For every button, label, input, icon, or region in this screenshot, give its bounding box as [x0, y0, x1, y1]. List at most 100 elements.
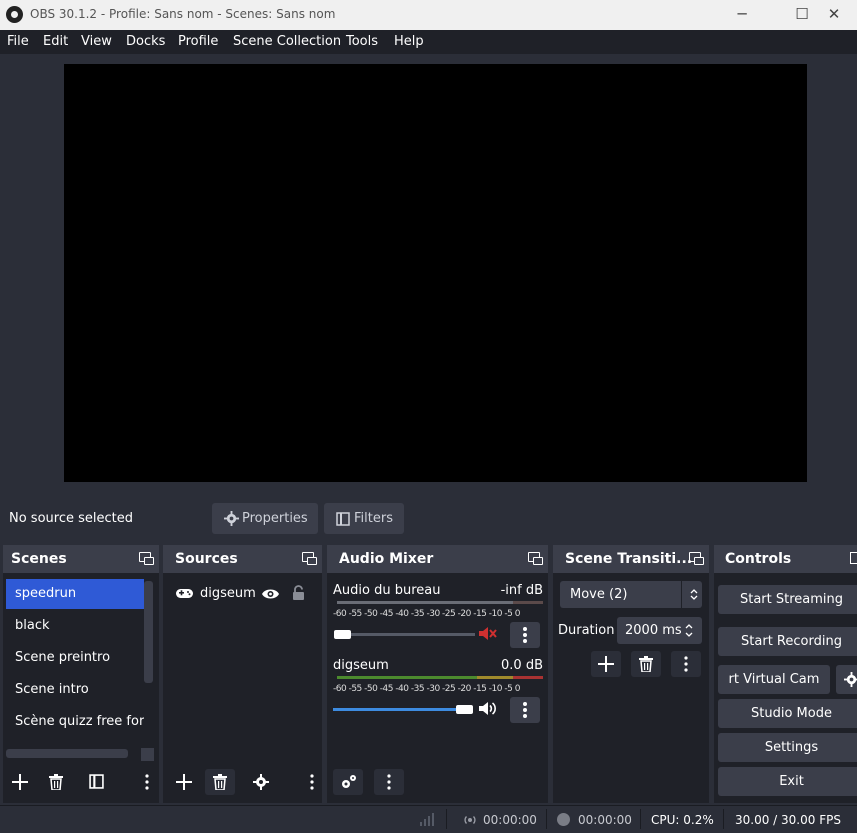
trash-icon — [639, 656, 653, 673]
duration-spinbox[interactable]: 2000 ms — [617, 617, 702, 644]
level-meter-peak — [513, 676, 543, 679]
muted-speaker-icon[interactable] — [479, 626, 497, 641]
record-icon — [557, 813, 570, 826]
remove-scene-button[interactable] — [41, 769, 71, 795]
gear-icon — [224, 511, 239, 526]
add-transition-button[interactable] — [591, 651, 621, 677]
more-vertical-icon — [684, 656, 688, 672]
cpu-usage: CPU: 0.2% — [651, 813, 714, 827]
scenes-title: Scenes — [11, 551, 67, 567]
no-source-label: No source selected — [9, 511, 133, 526]
duration-label: Duration — [558, 623, 615, 638]
float-dock-icon[interactable] — [850, 552, 857, 564]
volume-slider[interactable] — [335, 633, 475, 636]
horizontal-scrollbar[interactable] — [6, 749, 128, 758]
obs-logo-icon — [6, 6, 23, 23]
volume-slider[interactable] — [333, 708, 463, 711]
gear-icon — [844, 672, 857, 687]
close-button[interactable]: ✕ — [811, 0, 857, 30]
gears-icon — [341, 775, 356, 788]
menu-edit[interactable]: Edit — [43, 34, 68, 49]
float-dock-icon[interactable] — [528, 552, 543, 565]
remove-source-button[interactable] — [205, 769, 235, 795]
properties-label: Properties — [242, 511, 308, 526]
properties-button[interactable]: Properties — [212, 503, 318, 534]
scene-item[interactable]: Scène quizz free for al — [6, 707, 144, 737]
source-properties-button[interactable] — [246, 769, 276, 795]
audio-mixer-title: Audio Mixer — [339, 551, 434, 567]
record-time: 00:00:00 — [578, 813, 632, 827]
transition-select-value: Move (2) — [570, 587, 628, 602]
mixer-settings-button[interactable] — [333, 769, 363, 795]
gear-icon — [253, 774, 269, 790]
trash-icon — [213, 774, 227, 791]
level-meter — [337, 601, 513, 604]
duration-value: 2000 ms — [625, 623, 682, 638]
studio-mode-button[interactable]: Studio Mode — [718, 699, 857, 728]
scene-transitions-title: Scene Transiti... — [565, 551, 693, 567]
source-item[interactable]: digseum — [163, 579, 322, 609]
sources-dock: Sources digseum — [163, 545, 322, 803]
sources-more-button[interactable] — [299, 769, 325, 795]
fps-indicator: 30.00 / 30.00 FPS — [735, 813, 841, 827]
float-dock-icon[interactable] — [689, 552, 704, 565]
menu-help[interactable]: Help — [394, 34, 424, 49]
more-vertical-icon — [387, 774, 391, 790]
settings-button[interactable]: Settings — [718, 733, 857, 762]
add-scene-button[interactable] — [5, 769, 35, 795]
preview-canvas[interactable] — [64, 64, 807, 482]
menu-scene-collection[interactable]: Scene Collection — [233, 34, 341, 49]
volume-slider-handle[interactable] — [456, 705, 473, 714]
level-meter-peak — [513, 601, 543, 604]
lock-icon[interactable] — [292, 585, 305, 601]
scenes-more-button[interactable] — [134, 769, 160, 795]
channel-menu-button[interactable] — [510, 622, 540, 648]
scene-item[interactable]: Scene intro — [6, 675, 144, 705]
channel-name: Audio du bureau — [333, 583, 441, 598]
scene-filters-button[interactable] — [81, 769, 111, 795]
scene-item[interactable]: Scene preintro — [6, 643, 144, 673]
menu-view[interactable]: View — [81, 34, 112, 49]
signal-bars-icon — [420, 813, 434, 826]
menu-file[interactable]: File — [7, 34, 29, 49]
vertical-scrollbar[interactable] — [144, 581, 153, 683]
start-virtual-cam-button[interactable]: rt Virtual Cam — [718, 665, 830, 694]
stream-icon — [464, 816, 476, 824]
menu-tools[interactable]: Tools — [346, 34, 378, 49]
virtual-cam-settings-button[interactable] — [836, 665, 857, 694]
transition-more-button[interactable] — [671, 651, 701, 677]
context-bar: No source selected Properties Filters — [0, 496, 857, 540]
plus-icon — [598, 656, 614, 672]
menu-profile[interactable]: Profile — [178, 34, 218, 49]
add-source-button[interactable] — [169, 769, 199, 795]
plus-icon — [12, 774, 28, 790]
updown-chevron-icon[interactable] — [685, 623, 693, 638]
scenes-header: Scenes — [3, 545, 159, 573]
float-dock-icon[interactable] — [139, 552, 154, 565]
volume-slider-handle[interactable] — [334, 630, 351, 639]
updown-chevron-icon — [690, 589, 698, 600]
scene-item[interactable]: black — [6, 611, 144, 641]
channel-menu-button[interactable] — [510, 697, 540, 723]
channel-level: -inf dB — [500, 583, 543, 598]
scenes-dock: Scenes speedrun black Scene preintro Sce… — [3, 545, 159, 803]
scrollbar-corner — [141, 748, 154, 761]
remove-transition-button[interactable] — [631, 651, 661, 677]
filters-label: Filters — [354, 511, 393, 526]
filters-button[interactable]: Filters — [324, 503, 404, 534]
level-meter — [337, 676, 477, 679]
preview-area — [0, 54, 857, 494]
minimize-button[interactable]: ─ — [719, 0, 765, 30]
eye-icon[interactable] — [262, 588, 279, 600]
plus-icon — [176, 774, 192, 790]
exit-button[interactable]: Exit — [718, 767, 857, 796]
float-dock-icon[interactable] — [302, 552, 317, 565]
status-bar: 00:00:00 00:00:00 CPU: 0.2% 30.00 / 30.0… — [0, 805, 857, 833]
scene-item[interactable]: speedrun — [6, 579, 144, 609]
start-recording-button[interactable]: Start Recording — [718, 627, 857, 656]
speaker-icon[interactable] — [479, 701, 497, 716]
mixer-more-button[interactable] — [374, 769, 404, 795]
transition-select[interactable]: Move (2) — [560, 581, 702, 608]
start-streaming-button[interactable]: Start Streaming — [718, 585, 857, 614]
menu-docks[interactable]: Docks — [126, 34, 165, 49]
